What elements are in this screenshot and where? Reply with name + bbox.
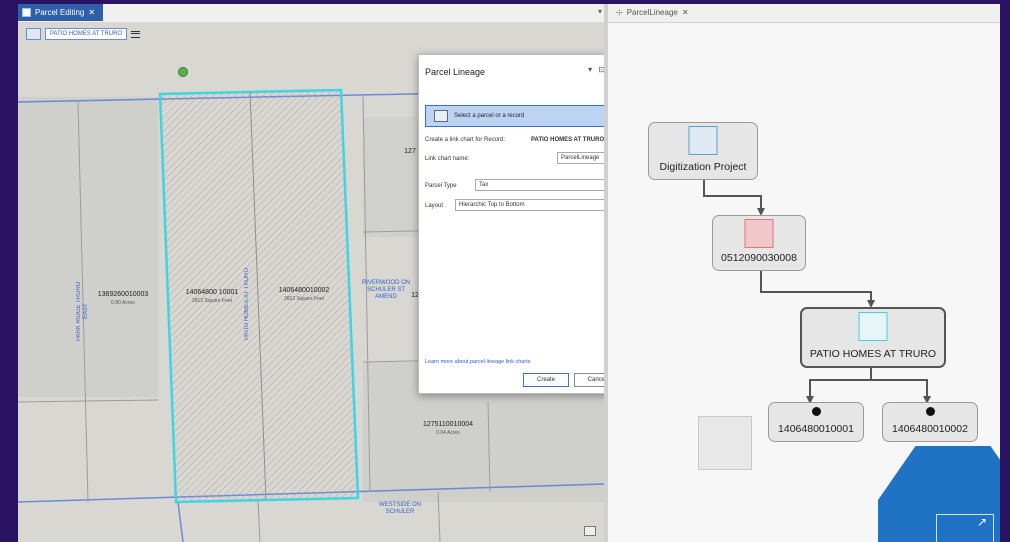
record-selector[interactable]: PATIO HOMES AT TRURO bbox=[26, 28, 141, 40]
chart-name-value: ParcelLineage bbox=[561, 155, 600, 161]
parcel-type-label: Parcel Type bbox=[425, 183, 457, 189]
label-patio-homes: PATIO HOMES AT TRURO bbox=[244, 267, 250, 341]
empty-placeholder bbox=[698, 416, 752, 470]
link-chart-view[interactable]: ⊹ ParcelLineage ✕ Digitization Project 0… bbox=[608, 4, 1000, 542]
create-button[interactable]: Create bbox=[523, 373, 569, 387]
label-park-ridge: PARK RIDGE TRURO EAST bbox=[76, 281, 89, 341]
tab-parcel-editing-label: Parcel Editing bbox=[35, 8, 85, 17]
select-record-icon bbox=[434, 110, 448, 122]
parcel-type-select[interactable]: Tax ▾ bbox=[475, 179, 619, 191]
pane-title: Parcel Lineage bbox=[425, 67, 486, 77]
node-record-0512090030008[interactable]: 0512090030008 bbox=[712, 215, 806, 271]
chart-name-label: Link chart name: bbox=[425, 156, 470, 162]
label-westside: WESTSIDE ON SCHULER bbox=[378, 502, 421, 515]
menu-icon[interactable] bbox=[131, 30, 141, 38]
label-riverwood: RIVERWOOD ON SCHULER ST AMEND bbox=[361, 280, 411, 300]
create-for-value: PATIO HOMES AT TRURO bbox=[531, 137, 605, 143]
app-frame: Parcel Editing ✕ ▾ PATIO HOMES AT TRURO … bbox=[18, 4, 1000, 542]
node-label: 1406480010001 bbox=[778, 423, 854, 435]
layout-value: Hierarchic Top to Bottom bbox=[459, 202, 525, 208]
select-record-dropdown[interactable]: Select a parcel or a record ▾ bbox=[425, 105, 620, 127]
parcel-type-value: Tax bbox=[479, 182, 489, 188]
parcel-lineage-pane: Parcel Lineage ▾ ⊡ ✕ Select a parcel or … bbox=[418, 54, 627, 394]
node-label: PATIO HOMES AT TRURO bbox=[809, 348, 937, 360]
learn-more-link[interactable]: Learn more about parcel lineage link cha… bbox=[425, 359, 530, 365]
parcel-point-icon bbox=[925, 407, 935, 416]
parcel-label-1406480010002: 1406480010002 2812 Square Feet bbox=[278, 287, 330, 302]
layout-select[interactable]: Hierarchic Top to Bottom ▾ bbox=[455, 199, 619, 211]
node-parcel-1406480010002[interactable]: 1406480010002 bbox=[882, 402, 978, 442]
node-symbol bbox=[744, 219, 774, 248]
parcel-point-icon bbox=[811, 407, 821, 416]
layout-label: Layout bbox=[425, 203, 444, 209]
node-label: 1406480010002 bbox=[892, 423, 968, 435]
parcel-label-127: 127 bbox=[404, 148, 416, 155]
map-corner-icon[interactable] bbox=[584, 526, 596, 536]
tab-dropdown-icon[interactable]: ▾ bbox=[598, 7, 602, 16]
record-chip: PATIO HOMES AT TRURO bbox=[45, 28, 128, 40]
close-icon[interactable]: ✕ bbox=[88, 8, 95, 17]
parcel-label-1406480010001: 14064800 10001 2812 Square Feet bbox=[185, 289, 239, 304]
node-parcel-1406480010001[interactable]: 1406480010001 bbox=[768, 402, 864, 442]
map-tab-bar: Parcel Editing ✕ ▾ bbox=[18, 4, 604, 23]
select-record-text: Select a parcel or a record bbox=[454, 113, 525, 119]
expand-icon[interactable]: ↗ bbox=[936, 514, 994, 542]
node-label: 0512090030008 bbox=[721, 252, 797, 264]
parcel-label-1275110010004: 1275110010004 0.04 Acres bbox=[422, 421, 474, 436]
map-icon bbox=[22, 8, 31, 17]
create-for-label: Create a link chart for Record: bbox=[425, 137, 506, 143]
node-digitization-project[interactable]: Digitization Project bbox=[648, 122, 758, 180]
node-symbol bbox=[858, 312, 888, 341]
record-group-icon bbox=[26, 28, 41, 40]
node-symbol bbox=[688, 126, 718, 155]
node-label: Digitization Project bbox=[659, 161, 747, 173]
node-record-patio-homes[interactable]: PATIO HOMES AT TRURO bbox=[800, 307, 946, 368]
tab-parcel-editing[interactable]: Parcel Editing ✕ bbox=[18, 4, 104, 21]
